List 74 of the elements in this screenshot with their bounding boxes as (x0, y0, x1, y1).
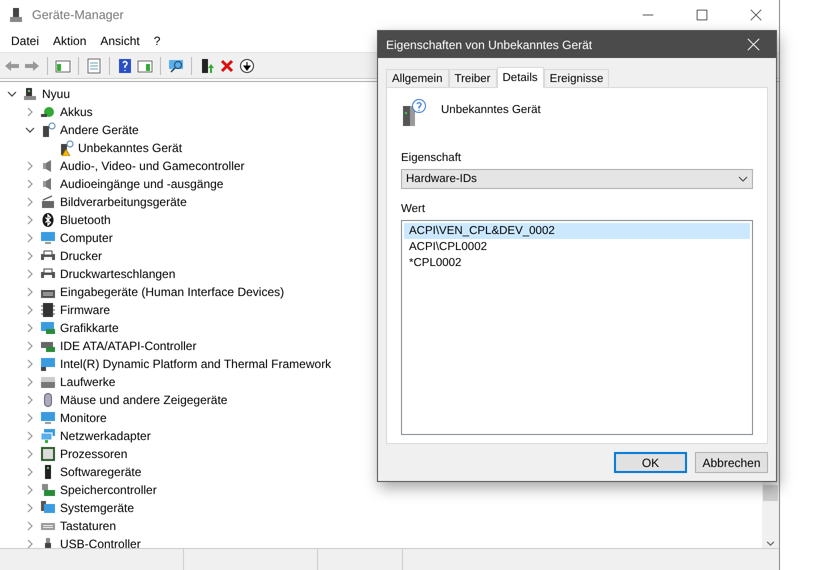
computer-icon (22, 86, 38, 102)
drive-icon (40, 374, 56, 390)
tree-item[interactable]: Prozessoren (60, 447, 128, 461)
monitor-icon (40, 410, 56, 426)
bluetooth-icon (40, 212, 56, 228)
tree-item[interactable]: Unbekanntes Gerät (78, 141, 182, 155)
action-pane-icon[interactable] (137, 58, 153, 74)
tree-item[interactable]: Nyuu (42, 87, 70, 101)
storage-controller-icon (40, 482, 56, 498)
list-item[interactable]: ACPI\VEN_CPL&DEV_0002 (404, 223, 750, 239)
tree-item[interactable]: Intel(R) Dynamic Platform and Thermal Framework (60, 357, 332, 371)
tree-item[interactable]: Mäuse und andere Zeigegeräte (60, 393, 228, 407)
camera-icon (40, 194, 56, 210)
menu-item[interactable]: ? (146, 34, 168, 48)
processor-icon (40, 446, 56, 462)
tree-item[interactable]: Akkus (60, 105, 93, 119)
console-tree-icon[interactable] (55, 58, 71, 74)
app-icon (8, 7, 24, 23)
tree-item[interactable]: Softwaregeräte (60, 465, 142, 479)
delete-icon[interactable] (219, 58, 235, 74)
field-label: Wert (401, 203, 426, 215)
update-driver-icon[interactable] (199, 58, 215, 74)
close-icon[interactable] (750, 9, 762, 21)
tree-item[interactable]: Druckwarteschlangen (60, 267, 176, 281)
chevron-down-icon (738, 176, 748, 182)
list-item[interactable]: ACPI\CPL0002 (404, 239, 750, 255)
properties-icon[interactable] (86, 58, 102, 74)
monitor-icon (40, 230, 56, 246)
tree-item[interactable]: Firmware (60, 303, 110, 317)
tab[interactable]: Allgemein (386, 69, 448, 87)
tree-item[interactable]: Monitore (60, 411, 107, 425)
tab[interactable]: Details (496, 67, 544, 88)
maximize-icon[interactable] (696, 9, 708, 21)
tree-item[interactable]: Audioeingänge und -ausgänge (60, 177, 224, 191)
unknown-device-icon (40, 122, 56, 138)
scroll-thumb[interactable] (763, 485, 778, 501)
dialog-title: Eigenschaften von Unbekanntes Gerät (386, 38, 594, 52)
device-name: Unbekanntes Gerät (441, 104, 541, 116)
tree-item[interactable]: Systemgeräte (60, 501, 134, 515)
monitor-icon (40, 356, 56, 372)
tree-item[interactable]: Speichercontroller (60, 483, 157, 497)
tree-item[interactable]: Laufwerke (60, 375, 116, 389)
network-icon (40, 428, 56, 444)
tree-item[interactable]: Drucker (60, 249, 102, 263)
scroll-down-icon[interactable] (766, 539, 775, 548)
tree-item[interactable]: Eingabegeräte (Human Interface Devices) (60, 285, 284, 299)
help-icon[interactable] (117, 58, 133, 74)
download-icon[interactable] (239, 58, 255, 74)
field-label: Eigenschaft (401, 152, 462, 164)
tree-item[interactable]: Computer (60, 231, 113, 245)
tab[interactable]: Ereignisse (544, 69, 610, 87)
graphics-card-icon (40, 320, 56, 336)
menu-item[interactable]: Datei (4, 34, 46, 48)
tree-item[interactable]: Bildverarbeitungsgeräte (60, 195, 187, 209)
scan-monitor-icon[interactable] (168, 58, 184, 74)
tab[interactable]: Treiber (448, 69, 496, 87)
tree-item[interactable]: USB-Controller (60, 537, 141, 548)
tree-item[interactable]: Grafikkarte (60, 321, 119, 335)
ok-button[interactable]: OK (614, 452, 687, 473)
tree-item[interactable]: Tastaturen (60, 519, 116, 533)
tree-item[interactable]: Andere Geräte (60, 123, 139, 137)
chip-icon (40, 302, 56, 318)
menu-item[interactable]: Aktion (46, 34, 94, 48)
list-item[interactable]: *CPL0002 (404, 255, 750, 271)
unknown-device-icon (401, 98, 427, 128)
tree-item[interactable]: Bluetooth (60, 213, 111, 227)
window-title: Geräte-Manager (32, 8, 125, 22)
property-dropdown[interactable]: Hardware-IDs (401, 169, 753, 189)
system-device-icon (40, 500, 56, 516)
tree-item[interactable]: IDE ATA/ATAPI-Controller (60, 339, 196, 353)
tree-item[interactable]: Audio-, Video- und Gamecontroller (60, 159, 245, 173)
cancel-button[interactable]: Abbrechen (695, 452, 768, 473)
menu-item[interactable]: Ansicht (93, 34, 147, 48)
tree-item[interactable]: Netzwerkadapter (60, 429, 151, 443)
